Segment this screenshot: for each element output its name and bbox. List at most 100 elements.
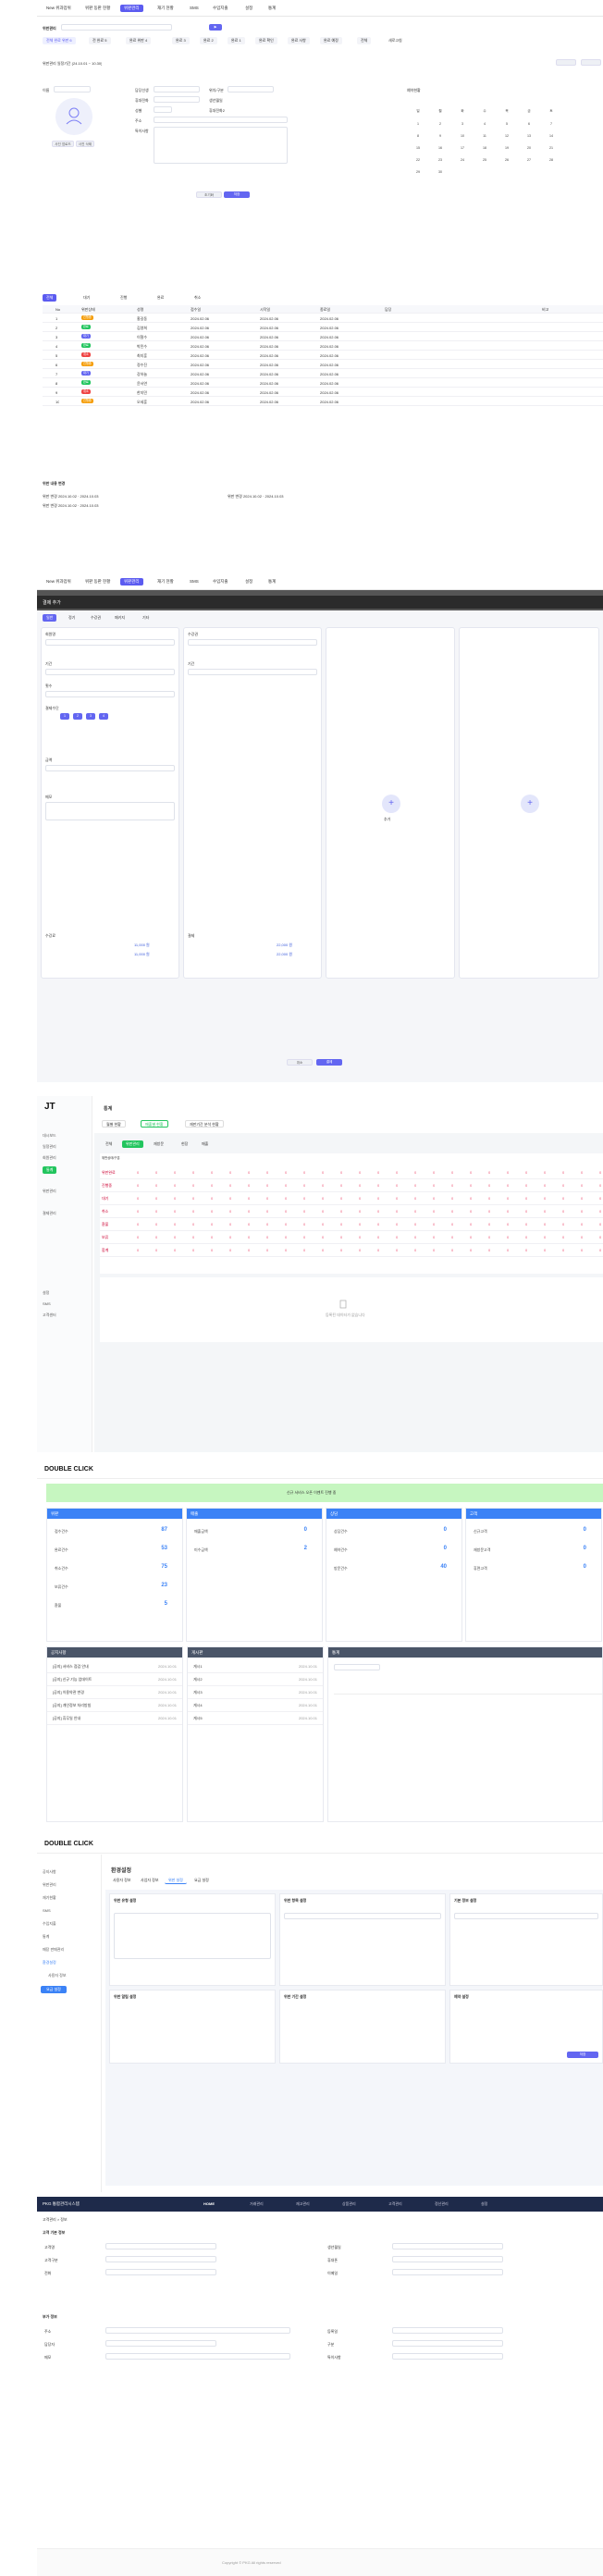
filter-tag[interactable]: 완료 확인 <box>255 37 277 44</box>
calendar-day[interactable]: 23 <box>429 154 451 166</box>
calendar-day[interactable]: 3 <box>451 117 474 129</box>
calendar-day[interactable]: 1 <box>407 117 429 129</box>
period-input[interactable] <box>188 669 317 675</box>
nav-item[interactable]: 거래관리 <box>250 2201 264 2207</box>
nav-item[interactable]: 설정 <box>245 578 252 585</box>
nav-item[interactable]: 고객관리 <box>388 2201 402 2207</box>
calendar-day[interactable]: 19 <box>496 142 518 154</box>
filter-tag[interactable]: 전체 완료 위판 6 <box>43 37 76 44</box>
sidebar-item[interactable]: 결제관리 <box>43 1211 56 1216</box>
tab[interactable]: 월별 현황 <box>102 1120 126 1128</box>
tab[interactable]: 사용자 정보 <box>109 1877 135 1884</box>
calendar-day[interactable]: 9 <box>429 129 451 142</box>
tab[interactable]: 수강권 <box>87 614 105 622</box>
item-input[interactable] <box>284 1913 441 1919</box>
nav-item[interactable]: 재기 현황 <box>157 578 174 585</box>
tab[interactable]: 진행 <box>117 294 130 302</box>
calendar-day[interactable]: 14 <box>540 129 562 142</box>
save-form-button[interactable]: 저장 <box>224 191 250 198</box>
tab[interactable]: 일반 <box>43 614 57 622</box>
table-row[interactable]: 10 진행중 오세훈 2024.02.06 2024.02.06 2024.02.06 <box>43 397 603 406</box>
member-select[interactable] <box>45 639 175 646</box>
sidebar-item[interactable]: SMS <box>43 1908 51 1913</box>
calendar-day[interactable]: 13 <box>518 129 540 142</box>
nav-item[interactable]: 수입지출 <box>213 578 228 585</box>
name-input[interactable] <box>105 2243 216 2249</box>
table-row[interactable]: 6 진행중 정수진 2024.02.06 2024.02.06 2024.02.06 <box>43 360 603 369</box>
memo-textarea[interactable] <box>45 802 175 820</box>
board-item[interactable]: 게시4 2024.10.01 <box>188 1699 323 1712</box>
table-row[interactable]: 4 완료 박민수 2024.02.06 2024.02.06 2024.02.06 <box>43 341 603 351</box>
upload-photo-button[interactable]: 사진 업로드 <box>52 141 74 147</box>
filter-tag[interactable]: 완료 2 <box>200 37 217 44</box>
nav-item[interactable]: 설정 <box>481 2201 487 2207</box>
method-button[interactable]: 4 <box>99 713 108 720</box>
sidebar-item[interactable]: 위판관리 <box>43 1882 56 1888</box>
filter-tag[interactable]: 전체 <box>357 37 372 44</box>
filter-tag[interactable]: 완료 위판 4 <box>126 37 152 44</box>
cancel-button[interactable]: 취소 <box>287 1059 313 1066</box>
board-item[interactable]: 게시3 2024.10.01 <box>188 1686 323 1699</box>
sub-tab[interactable]: 매출 <box>198 1140 212 1148</box>
amount-input[interactable] <box>45 765 175 771</box>
notice-item[interactable]: [공지] 휴무일 안내 2024.10.01 <box>47 1712 182 1725</box>
sidebar-item-active[interactable]: 환경설정 <box>43 1960 56 1966</box>
nav-item[interactable]: 정산관리 <box>435 2201 449 2207</box>
calendar-day[interactable]: 15 <box>407 142 429 154</box>
name-input[interactable] <box>54 86 91 92</box>
sidebar-item[interactable]: 공지사항 <box>43 1869 56 1875</box>
nav-item-active[interactable]: 위판관리 <box>120 5 143 12</box>
calendar-day[interactable]: 25 <box>474 154 496 166</box>
board-item[interactable]: 게시2 2024.10.01 <box>188 1673 323 1686</box>
nav-item[interactable]: 위판 동판 현황 <box>85 5 110 12</box>
sidebar-item-active[interactable]: 통계 <box>43 1166 57 1174</box>
board-item[interactable]: 게시5 2024.10.01 <box>188 1712 323 1725</box>
calendar-day[interactable]: 22 <box>407 154 429 166</box>
add-column[interactable]: + <box>459 627 599 979</box>
address-input[interactable] <box>105 2327 290 2334</box>
nav-item-active[interactable]: HOME <box>203 2201 215 2206</box>
sidebar-item[interactable]: 재기현황 <box>43 1895 56 1901</box>
period-select[interactable] <box>334 1664 380 1670</box>
filter-tag[interactable]: 전 완료 5 <box>89 37 111 44</box>
sidebar-item[interactable]: SMS <box>43 1301 51 1306</box>
calendar-day[interactable]: 7 <box>540 117 562 129</box>
calendar-day[interactable]: 2 <box>429 117 451 129</box>
sidebar-item[interactable]: 대시보드 <box>43 1133 56 1139</box>
nav-item[interactable]: 통계 <box>268 5 276 12</box>
info-input[interactable] <box>454 1913 598 1919</box>
sidebar-subitem[interactable]: 사용자 정보 <box>48 1973 67 1978</box>
type-select[interactable] <box>105 2256 216 2262</box>
sidebar-item[interactable]: 통계 <box>43 1934 49 1940</box>
nav-item[interactable]: New 위과업위 <box>46 578 71 585</box>
method-button[interactable]: 3 <box>86 713 95 720</box>
sub-tab[interactable]: 재방문 <box>150 1140 167 1148</box>
sub-tab[interactable]: 전체 <box>102 1140 116 1148</box>
table-row[interactable]: 3 대기 이철수 2024.02.06 2024.02.06 2024.02.06 <box>43 332 603 341</box>
calendar-day[interactable]: 5 <box>496 117 518 129</box>
calendar-day[interactable]: 21 <box>540 142 562 154</box>
calendar-day[interactable]: 11 <box>474 129 496 142</box>
tab[interactable]: 사업자 정보 <box>137 1877 163 1884</box>
count-input[interactable] <box>45 691 175 697</box>
calendar-day[interactable]: 12 <box>496 129 518 142</box>
calendar-day[interactable]: 4 <box>474 117 496 129</box>
board-item[interactable]: 게시1 2024.10.01 <box>188 1660 323 1673</box>
calendar-day[interactable]: 26 <box>496 154 518 166</box>
notice-item[interactable]: [공지] 서비스 점검 안내 2024.10.01 <box>47 1660 182 1673</box>
reset-button[interactable]: 새로고침 <box>385 37 406 44</box>
sidebar-item[interactable]: 위판관리 <box>43 1189 56 1194</box>
ticket-select[interactable] <box>188 639 317 646</box>
notice-item[interactable]: [공지] 이용약관 변경 2024.10.01 <box>47 1686 182 1699</box>
manager-input[interactable] <box>105 2340 216 2347</box>
add-column[interactable]: + 추가 <box>326 627 455 979</box>
tab-active[interactable]: 위판 설정 <box>165 1877 187 1884</box>
nav-item[interactable]: 재기 현황 <box>157 5 174 12</box>
calendar-day[interactable]: 28 <box>540 154 562 166</box>
calendar-day[interactable]: 8 <box>407 129 429 142</box>
search-button[interactable]: ▶ <box>209 24 222 31</box>
nav-item[interactable]: 설정 <box>245 5 252 12</box>
sub-tab[interactable]: 현장 <box>178 1140 191 1148</box>
nav-item-active[interactable]: 위판관리 <box>120 578 143 585</box>
tab[interactable]: 완료 <box>154 294 167 302</box>
